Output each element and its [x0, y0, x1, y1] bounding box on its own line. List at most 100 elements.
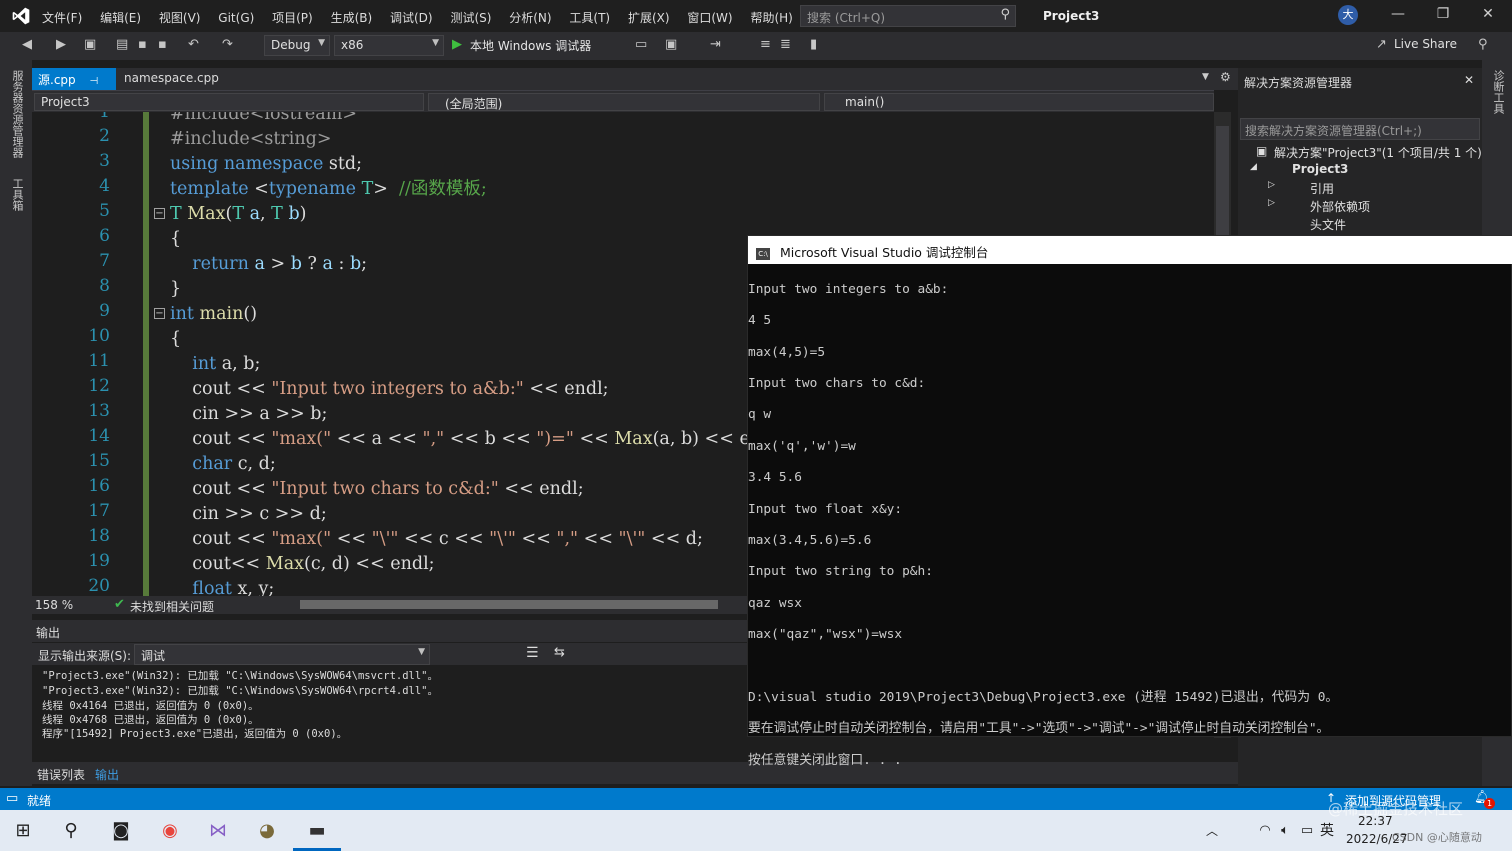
- menu-view[interactable]: 视图(V): [159, 9, 201, 26]
- search-placeholder: 搜索 (Ctrl+Q): [807, 11, 886, 25]
- tree-item-references[interactable]: 引用: [1310, 180, 1334, 197]
- line-number: 12: [88, 376, 110, 396]
- menu-git[interactable]: Git(G): [218, 11, 254, 25]
- restore-icon[interactable]: ❐: [1433, 6, 1453, 26]
- line-number: 16: [88, 476, 110, 496]
- menu-edit[interactable]: 编辑(E): [100, 9, 141, 26]
- menu-debug[interactable]: 调试(D): [390, 9, 433, 26]
- menu-extensions[interactable]: 扩展(X): [628, 9, 670, 26]
- bookmark-icon[interactable]: ▮: [810, 37, 817, 52]
- ready-icon: ▭: [6, 791, 19, 806]
- tab-output[interactable]: 输出: [95, 766, 119, 783]
- line-number: 6: [99, 226, 110, 246]
- tab-source-cpp[interactable]: 源.cpp ⊣ ✕: [32, 68, 116, 102]
- open-folder-icon[interactable]: ▤: [116, 37, 128, 52]
- menu-analyze[interactable]: 分析(N): [509, 9, 551, 26]
- chevron-down-icon: ▼: [318, 38, 325, 48]
- tree-item-project[interactable]: Project3: [1292, 162, 1348, 176]
- pin-icon[interactable]: ⊣: [89, 76, 98, 87]
- console-title-bar[interactable]: C:\ Microsoft Visual Studio 调试控制台: [748, 236, 1512, 264]
- word-wrap-icon[interactable]: ☰: [526, 645, 539, 661]
- scrollbar-thumb[interactable]: [1216, 126, 1229, 236]
- line-number: 13: [88, 401, 110, 421]
- search-input[interactable]: 搜索 (Ctrl+Q) ⚲: [800, 5, 1016, 27]
- diagnostics-tab[interactable]: 诊断工具: [1490, 70, 1506, 114]
- redo-icon[interactable]: ↷: [222, 37, 233, 52]
- tab-namespace-cpp[interactable]: namespace.cpp: [118, 68, 225, 90]
- console-taskbar-icon[interactable]: ▬: [302, 818, 332, 844]
- chevron-right-icon[interactable]: ▷: [1268, 198, 1275, 208]
- step-icon[interactable]: ⇥: [710, 37, 721, 52]
- new-item-icon[interactable]: ▣: [84, 37, 96, 52]
- tree-item-solution[interactable]: 解决方案"Project3"(1 个项目/共 1 个): [1274, 144, 1482, 161]
- close-window-icon[interactable]: ✕: [1478, 6, 1498, 26]
- menu-window[interactable]: 窗口(W): [687, 9, 732, 26]
- minimize-icon[interactable]: —: [1388, 6, 1408, 26]
- chevron-up-icon[interactable]: ︿: [1197, 818, 1227, 844]
- line-number: 4: [99, 176, 110, 196]
- console-line: Input two string to p&h:: [748, 564, 933, 580]
- debug-console-window[interactable]: C:\ Microsoft Visual Studio 调试控制台 Input …: [747, 235, 1512, 768]
- search-icon[interactable]: ⚲: [56, 818, 86, 844]
- uncomment-icon[interactable]: ≣: [780, 37, 791, 52]
- config-dropdown[interactable]: Debug ▼: [264, 35, 330, 56]
- chevron-down-icon[interactable]: ◢: [1250, 162, 1257, 172]
- comment-icon[interactable]: ≡: [760, 37, 771, 52]
- console-line: 要在调试停止时自动关闭控制台，请启用"工具"->"选项"->"调试"->"调试停…: [748, 721, 1330, 737]
- chevron-right-icon[interactable]: ▷: [1268, 180, 1275, 190]
- chrome-icon[interactable]: ◉: [155, 818, 185, 844]
- tab-error-list[interactable]: 错误列表: [37, 766, 85, 783]
- clear-output-icon[interactable]: ⇆: [554, 645, 565, 660]
- zoom-level[interactable]: 158 %: [35, 598, 73, 612]
- live-share-icon[interactable]: ↗: [1376, 37, 1387, 52]
- member-dropdown[interactable]: main(): [824, 93, 1214, 111]
- horizontal-scrollbar[interactable]: [300, 600, 718, 609]
- menu-help[interactable]: 帮助(H): [750, 9, 792, 26]
- line-number: 17: [88, 501, 110, 521]
- console-line: max(4,5)=5: [748, 344, 826, 360]
- tree-item-external-deps[interactable]: 外部依赖项: [1310, 198, 1370, 215]
- collapse-icon[interactable]: −: [154, 308, 165, 319]
- menu-tools[interactable]: 工具(T): [569, 9, 610, 26]
- scope-dropdown[interactable]: (全局范围): [428, 93, 820, 111]
- solution-search-input[interactable]: 搜索解决方案资源管理器(Ctrl+;): [1240, 118, 1480, 140]
- menu-build[interactable]: 生成(B): [331, 9, 373, 26]
- close-icon[interactable]: ✕: [1464, 73, 1474, 87]
- line-number: 11: [88, 351, 110, 371]
- tab-list-icon[interactable]: ▼: [1202, 72, 1209, 82]
- toolbox-tab[interactable]: 工具箱: [9, 178, 25, 211]
- nav-member: main(): [845, 95, 885, 109]
- save-icon[interactable]: ▪: [138, 37, 147, 52]
- avatar[interactable]: 大: [1338, 5, 1358, 25]
- play-icon[interactable]: ▶: [452, 37, 462, 52]
- output-source-dropdown[interactable]: 调试 ▼: [134, 644, 430, 665]
- save-all-icon[interactable]: ▪: [158, 37, 167, 52]
- undo-icon[interactable]: ↶: [188, 37, 199, 52]
- console-line: D:\visual studio 2019\Project3\Debug\Pro…: [748, 689, 1339, 705]
- collapse-icon[interactable]: −: [154, 208, 165, 219]
- tree-item-header-files[interactable]: 头文件: [1310, 216, 1346, 233]
- camera-app-icon[interactable]: ◙: [106, 818, 136, 844]
- visual-studio-taskbar-icon[interactable]: ⋈: [203, 818, 233, 844]
- console-line: max("qaz","wsx")=wsx: [748, 627, 903, 643]
- platform-dropdown[interactable]: x86 ▼: [334, 35, 444, 56]
- menu-file[interactable]: 文件(F): [42, 9, 82, 26]
- ime-indicator[interactable]: 英: [1312, 818, 1342, 844]
- folder-icon[interactable]: ▭: [635, 37, 647, 52]
- server-explorer-tab[interactable]: 服务器资源管理器: [9, 70, 25, 158]
- gear-icon[interactable]: ⚙: [1220, 70, 1231, 84]
- output-line: "Project3.exe"(Win32): 已加载 "C:\Windows\S…: [42, 670, 439, 682]
- feedback-icon[interactable]: ⚲: [1478, 37, 1488, 52]
- forward-icon[interactable]: ▶: [56, 37, 66, 52]
- live-share-button[interactable]: Live Share: [1394, 37, 1457, 51]
- back-icon[interactable]: ◀: [22, 37, 32, 52]
- run-debugger-button[interactable]: 本地 Windows 调试器: [470, 37, 591, 54]
- app-taskbar-icon[interactable]: ◕: [252, 818, 282, 844]
- menu-project[interactable]: 项目(P): [272, 9, 313, 26]
- screenshot-icon[interactable]: ▣: [665, 37, 677, 52]
- issues-status[interactable]: 未找到相关问题: [130, 598, 214, 615]
- project-dropdown[interactable]: Project3: [34, 93, 424, 111]
- menu-test[interactable]: 测试(S): [450, 9, 491, 26]
- console-line: 按任意键关闭此窗口. . .: [748, 752, 902, 768]
- windows-start-icon[interactable]: ⊞: [8, 818, 38, 844]
